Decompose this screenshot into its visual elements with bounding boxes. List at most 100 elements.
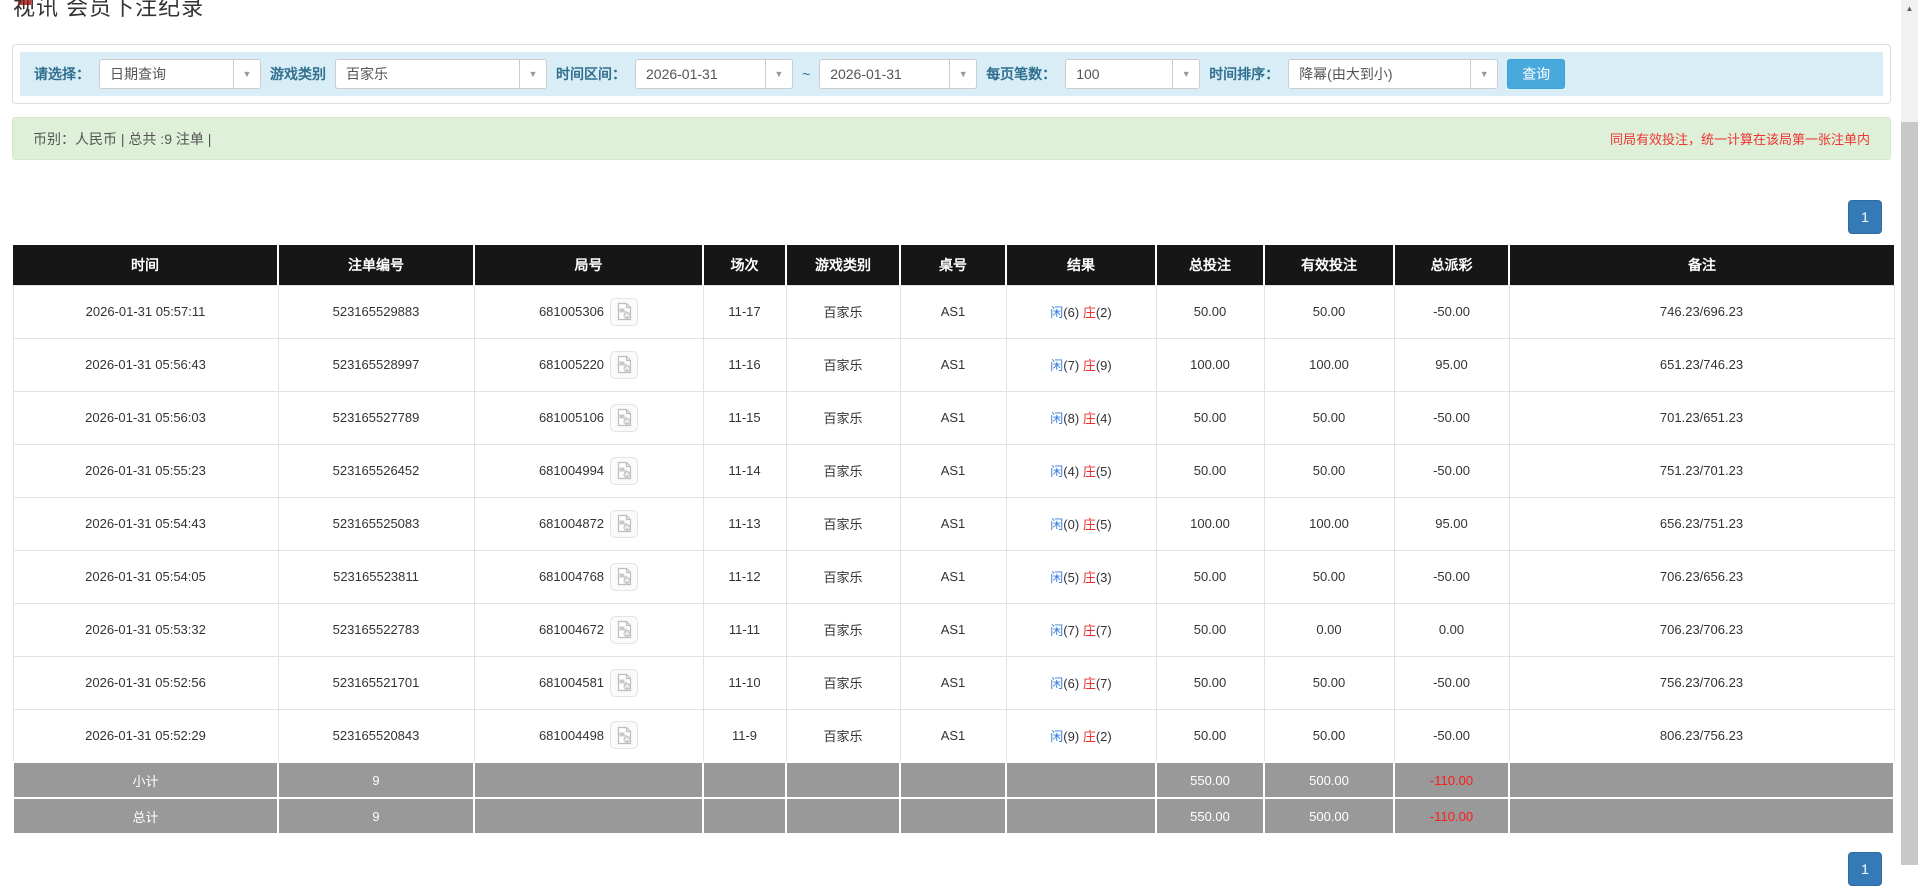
session-cell: 11-15 [702,390,787,445]
game-type-value: 百家乐 [346,66,388,82]
total-bet-cell[interactable]: 50.00 [1155,443,1265,498]
query-type-select[interactable]: 日期查询 ▼ [99,59,261,89]
table-row: 2026-01-31 05:54:05 523165523811 681004768… [12,549,1895,604]
table-number-cell: AS1 [899,496,1007,551]
valid-bet-cell: 50.00 [1263,549,1395,604]
chevron-down-icon[interactable]: ▼ [519,60,546,88]
player-points: (6) [1063,676,1080,691]
vertical-scrollbar[interactable]: ▲ [1901,0,1918,865]
column-header: 总投注 [1156,245,1265,285]
result-cell: 闲(6) 庄(7) [1005,655,1157,710]
video-playback-button[interactable] [610,721,639,750]
scrollbar-thumb[interactable] [1901,122,1918,865]
bet-number-cell: 523165522783 [277,602,475,657]
player-result: 闲 [1050,305,1064,320]
total-bet-cell[interactable]: 50.00 [1155,708,1265,763]
chevron-down-icon[interactable]: ▼ [765,60,792,88]
result-cell: 闲(7) 庄(9) [1005,337,1157,392]
time-cell: 2026-01-31 05:52:56 [12,655,279,710]
session-cell: 11-11 [702,602,787,657]
subtotal-row-cell [1005,761,1157,799]
date-from-picker[interactable]: 2026-01-31 ▼ [635,59,793,89]
total-bet-cell[interactable]: 100.00 [1155,337,1265,392]
column-header: 总派彩 [1394,245,1510,285]
same-round-notice: 同局有效投注，统一计算在该局第一张注单内 [1609,132,1870,147]
video-playback-icon [617,620,631,639]
total-bet-cell[interactable]: 50.00 [1155,655,1265,710]
total-row-cell: 总计 [12,797,279,835]
video-playback-button[interactable] [610,350,639,379]
video-playback-button[interactable] [610,403,639,432]
round-number: 681004498 [538,727,605,743]
video-playback-icon [617,673,631,692]
page-size-select[interactable]: 100 ▼ [1065,59,1201,89]
table-row: 2026-01-31 05:52:29 523165520843 681004498… [12,708,1895,763]
time-sort-select[interactable]: 降幂(由大到小) ▼ [1288,59,1499,89]
bet-number-cell: 523165520843 [277,708,475,763]
time-cell: 2026-01-31 05:52:29 [12,708,279,763]
video-playback-button[interactable] [610,456,639,485]
total-bet-cell[interactable]: 50.00 [1155,602,1265,657]
video-playback-button[interactable] [610,668,639,697]
total-row-cell: 500.00 [1263,797,1395,835]
total-bet-cell[interactable]: 50.00 [1155,284,1265,339]
time-cell: 2026-01-31 05:56:03 [12,390,279,445]
time-cell: 2026-01-31 05:55:23 [12,443,279,498]
payout-cell: -50.00 [1393,284,1510,339]
subtotal-row-cell: -110.00 [1393,761,1510,799]
chevron-down-icon[interactable]: ▼ [1470,60,1498,88]
column-header: 有效投注 [1264,245,1395,285]
total-bet-cell[interactable]: 100.00 [1155,496,1265,551]
banker-points: (3) [1095,570,1112,585]
video-playback-button[interactable] [610,562,639,591]
valid-bet-cell: 100.00 [1263,337,1395,392]
time-cell: 2026-01-31 05:57:11 [12,284,279,339]
video-playback-button[interactable] [610,509,639,538]
chevron-down-icon[interactable]: ▼ [949,60,977,88]
subtotal-row-cell [473,761,704,799]
chevron-down-icon[interactable]: ▼ [1172,60,1200,88]
result-cell: 闲(7) 庄(7) [1005,602,1157,657]
game-type-label: 游戏类别 [270,66,326,82]
remark-cell: 706.23/706.23 [1508,602,1895,657]
valid-bet-cell: 0.00 [1263,602,1395,657]
remark-cell: 701.23/651.23 [1508,390,1895,445]
search-button[interactable]: 查询 [1507,59,1566,89]
video-playback-icon [617,567,631,586]
round-number: 681005220 [538,357,605,372]
page-1-button[interactable]: 1 [1848,852,1882,886]
date-to-picker[interactable]: 2026-01-31 ▼ [819,59,978,89]
valid-bet-cell: 50.00 [1263,655,1395,710]
banker-points: (4) [1095,411,1112,426]
remark-cell: 746.23/696.23 [1508,284,1895,339]
column-header: 备注 [1509,245,1894,285]
chevron-down-icon[interactable]: ▼ [233,60,260,88]
result-cell: 闲(0) 庄(5) [1005,496,1157,551]
total-bet-cell[interactable]: 50.00 [1155,390,1265,445]
column-header: 游戏类别 [786,245,901,285]
filter-panel: 请选择： 日期查询 ▼ 游戏类别 百家乐 ▼ 时间区间： 2026-01-31 … [12,44,1891,104]
valid-bet-cell: 50.00 [1263,708,1395,763]
video-playback-icon [617,726,631,744]
total-bet-cell[interactable]: 50.00 [1155,549,1265,604]
banker-result: 庄 [1082,623,1096,638]
banker-points: (2) [1095,305,1112,320]
scroll-up-icon[interactable]: ▲ [1901,0,1918,17]
payout-cell: -50.00 [1393,549,1510,604]
result-cell: 闲(6) 庄(2) [1005,284,1157,339]
summary-bar: 币别：人民币 | 总共 :9 注单 | 同局有效投注，统一计算在该局第一张注单内 [12,117,1891,160]
payout-cell: -50.00 [1393,443,1510,498]
remark-cell: 756.23/706.23 [1508,655,1895,710]
video-playback-button[interactable] [610,297,639,326]
column-header: 结果 [1006,245,1157,285]
table-row: 2026-01-31 05:53:32 523165522783 681004672… [12,602,1895,657]
total-row-cell [1508,797,1895,835]
page-1-button[interactable]: 1 [1848,200,1882,234]
round-number-cell: 681005220 [473,337,704,392]
time-sort-value: 降幂(由大到小) [1299,66,1393,82]
video-playback-button[interactable] [610,615,639,644]
banker-points: (7) [1095,676,1112,691]
column-header: 局号 [474,245,704,285]
subtotal-row-cell [899,761,1007,799]
game-type-select[interactable]: 百家乐 ▼ [335,59,547,89]
